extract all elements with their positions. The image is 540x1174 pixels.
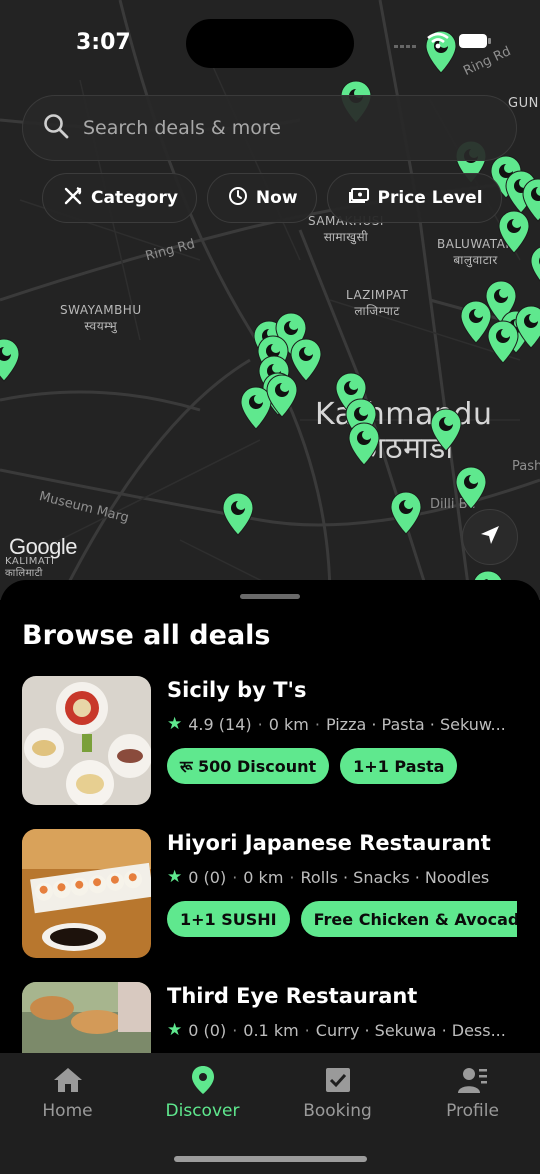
separator-dot: ·	[257, 714, 263, 734]
deal-meta: ★ 4.9 (14) · 0 km · Pizza · Pasta · Seku…	[167, 714, 527, 734]
deal-map-pin[interactable]	[266, 374, 298, 418]
tab-profile-label: Profile	[446, 1101, 499, 1121]
deal-map-pin[interactable]	[390, 491, 422, 535]
deal-card-hiyori[interactable]: Hiyori Japanese Restaurant ★ 0 (0) · 0 k…	[22, 829, 522, 959]
deal-tag[interactable]: रू 500 Discount	[167, 748, 330, 784]
deal-map-pin[interactable]	[348, 422, 380, 466]
filter-price-level-chip[interactable]: Price Level	[326, 173, 502, 223]
deal-meta: ★ 0 (0) · 0 km · Rolls · Snacks · Noodle…	[167, 867, 527, 887]
deal-distance: 0 km	[243, 867, 284, 887]
filter-category-label: Category	[91, 188, 178, 208]
map-label-lazimpat: LAZIMPAT लाजिम्पाट	[346, 288, 409, 318]
deal-map-pin[interactable]	[222, 492, 254, 536]
home-icon	[0, 1065, 135, 1095]
deal-cuisines: Rolls · Snacks · Noodles	[300, 867, 490, 887]
battery-icon	[458, 32, 492, 54]
star-icon: ★	[167, 714, 183, 734]
deal-map-pin[interactable]	[498, 210, 530, 254]
deal-card-sicily[interactable]: Sicily by T's ★ 4.9 (14) · 0 km · Pizza …	[22, 676, 522, 806]
profile-icon	[405, 1065, 540, 1095]
tab-discover-label: Discover	[165, 1101, 240, 1121]
deal-meta: ★ 0 (0) · 0.1 km · Curry · Sekuwa · Dess…	[167, 1020, 527, 1040]
my-location-button[interactable]	[462, 509, 518, 565]
filter-now-label: Now	[255, 188, 298, 208]
separator-dot: ·	[304, 1020, 310, 1040]
search-bar[interactable]	[22, 95, 517, 161]
google-attribution: Google	[9, 534, 77, 559]
map-label-swayambhu: SWAYAMBHU स्वयम्भु	[60, 303, 142, 333]
separator-dot: ·	[232, 867, 238, 887]
tab-profile[interactable]: Profile	[405, 1065, 540, 1121]
checkbox-icon	[270, 1065, 405, 1095]
separator-dot: ·	[289, 867, 295, 887]
sheet-title: Browse all deals	[22, 620, 271, 651]
tab-discover[interactable]: Discover	[135, 1065, 270, 1121]
dynamic-island	[186, 19, 354, 68]
deal-map-pin[interactable]	[430, 408, 462, 452]
money-icon	[348, 187, 370, 210]
tab-booking-label: Booking	[303, 1101, 372, 1121]
deal-distance: 0.1 km	[243, 1020, 299, 1040]
deal-map-pin[interactable]	[487, 320, 519, 364]
signal-icon	[394, 34, 418, 53]
filter-now-chip[interactable]: Now	[206, 173, 317, 223]
deal-rating: 0 (0)	[188, 1020, 227, 1040]
search-icon	[43, 113, 69, 143]
deal-name: Sicily by T's	[167, 678, 307, 702]
separator-dot: ·	[314, 714, 320, 734]
wifi-icon	[426, 32, 450, 54]
star-icon: ★	[167, 867, 183, 887]
filter-chips: Category Now Price Level	[42, 173, 502, 223]
deal-name: Third Eye Restaurant	[167, 984, 418, 1008]
deal-tag[interactable]: 1+1 SUSHI	[167, 901, 290, 937]
clock-icon	[228, 186, 248, 211]
deal-tag[interactable]: 1+1 Pasta	[340, 748, 458, 784]
deal-thumbnail	[22, 829, 151, 958]
tab-booking[interactable]: Booking	[270, 1065, 405, 1121]
star-icon: ★	[167, 1020, 183, 1040]
map-pin-icon	[135, 1065, 270, 1095]
deal-cuisines: Curry · Sekuwa · Dess...	[315, 1020, 506, 1040]
home-indicator	[174, 1156, 367, 1162]
tab-home-label: Home	[42, 1101, 93, 1121]
deal-distance: 0 km	[268, 714, 309, 734]
deal-cuisines: Pizza · Pasta · Sekuw...	[325, 714, 506, 734]
deal-map-pin[interactable]	[530, 245, 540, 289]
utensils-icon	[63, 186, 83, 211]
deal-tag[interactable]: Free Chicken & Avocado S	[300, 901, 517, 937]
sheet-drag-handle[interactable]	[240, 594, 300, 599]
deal-map-pin[interactable]	[455, 466, 487, 510]
map-view[interactable]: Ring Rd Ring Rd SAMAKHUSIसामाखुसी BALUWA…	[0, 0, 540, 600]
deal-rating: 4.9 (14)	[188, 714, 252, 734]
search-input[interactable]	[83, 117, 463, 139]
tab-home[interactable]: Home	[0, 1065, 135, 1121]
deal-thumbnail	[22, 676, 151, 805]
filter-category-chip[interactable]: Category	[42, 173, 197, 223]
deal-tags: 1+1 SUSHI Free Chicken & Avocado S	[167, 901, 517, 937]
separator-dot: ·	[232, 1020, 238, 1040]
navigation-arrow-icon	[479, 524, 501, 550]
status-icons	[394, 32, 492, 54]
deal-tags: रू 500 Discount 1+1 Pasta	[167, 748, 517, 784]
map-label-gun: GUN	[508, 96, 539, 111]
deal-map-pin[interactable]	[0, 338, 20, 382]
status-time: 3:07	[76, 30, 131, 55]
deal-name: Hiyori Japanese Restaurant	[167, 831, 491, 855]
filter-price-level-label: Price Level	[377, 188, 483, 208]
deal-rating: 0 (0)	[188, 867, 227, 887]
map-label-pash: Pash	[512, 459, 540, 474]
